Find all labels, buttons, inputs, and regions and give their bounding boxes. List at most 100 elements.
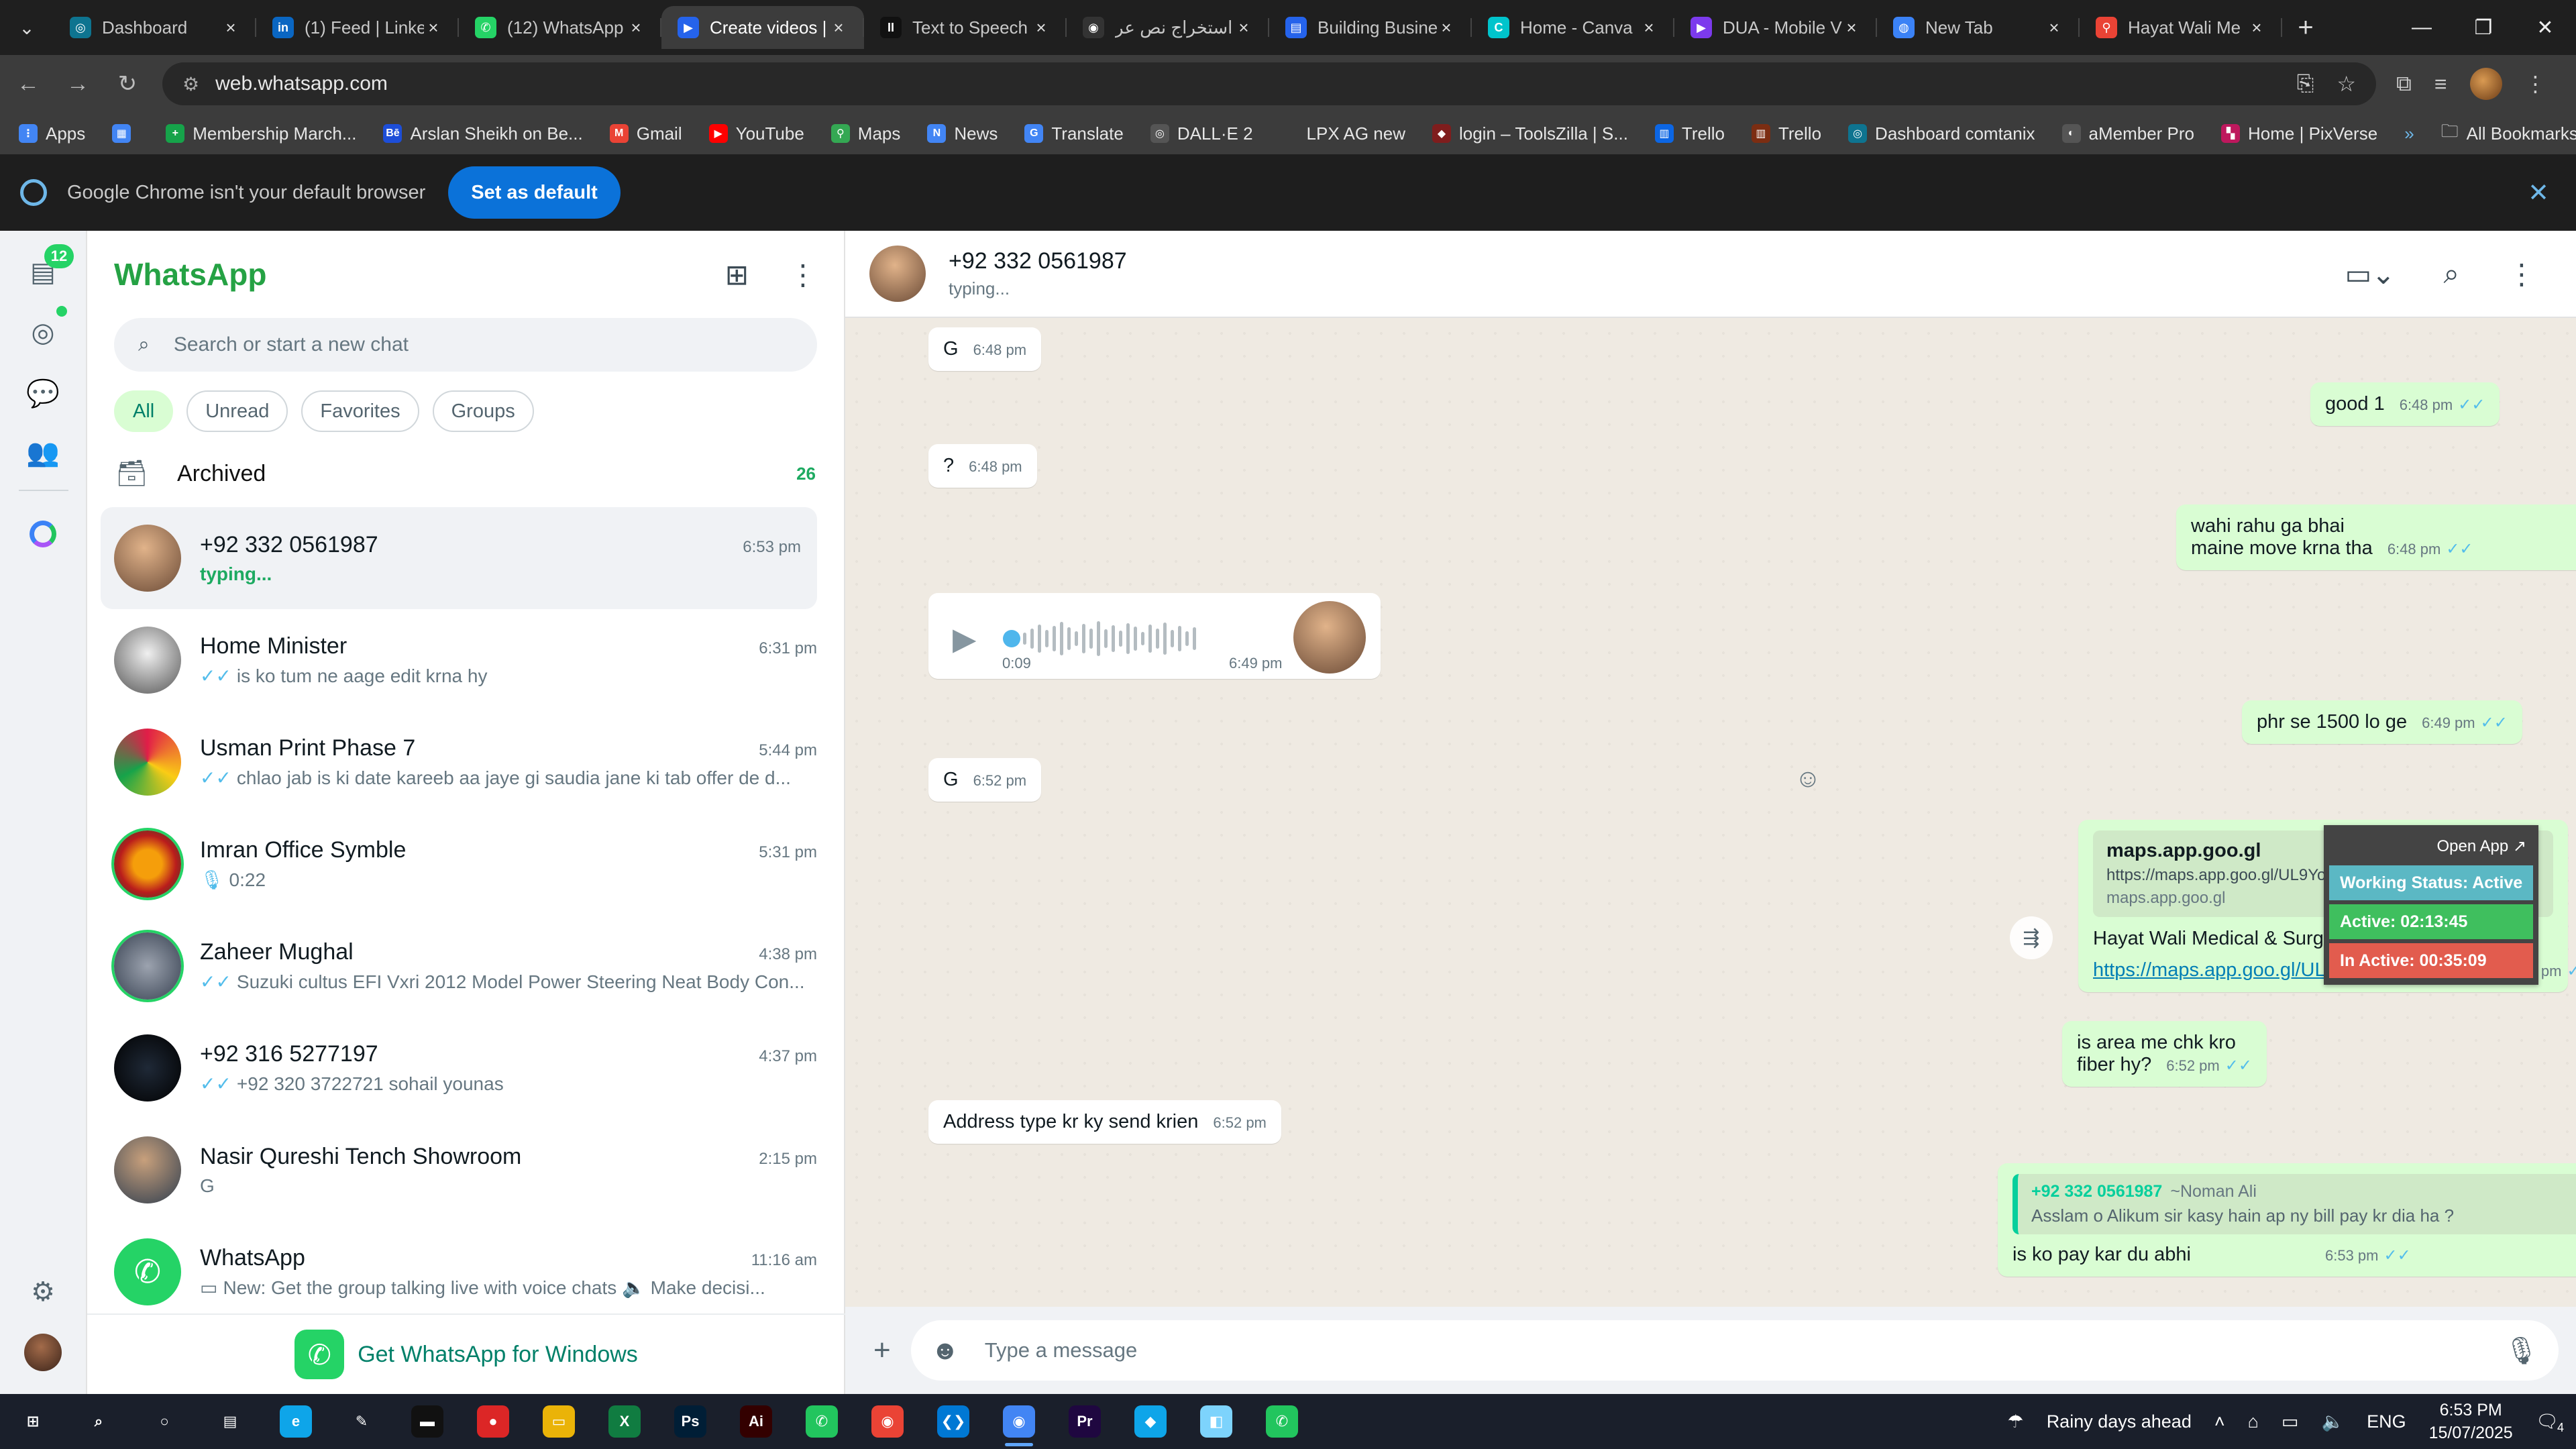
voice-message[interactable]: ▶ 0:09 6:49 pm (928, 593, 1381, 679)
chat-list-item[interactable]: Home Minister 6:31 pm ✓✓ is ko tum ne aage… (87, 609, 844, 711)
filter-chip-favorites[interactable]: Favorites (301, 390, 419, 432)
bookmark-item[interactable]: ▥ Trello (1751, 123, 1821, 144)
message-incoming[interactable]: G 6:52 pm (928, 758, 1042, 802)
message-incoming[interactable]: ? 6:48 pm (928, 444, 1037, 488)
browser-tab[interactable]: ◍ New Tab × (1877, 6, 2080, 49)
browser-tab[interactable]: ◎ Dashboard × (54, 6, 256, 49)
taskbar-app-icon[interactable]: ● (460, 1394, 526, 1449)
taskbar-app-icon[interactable]: ◆ (1118, 1394, 1183, 1449)
bookmark-item[interactable]: ⚲ Maps (830, 123, 900, 144)
chat-avatar[interactable] (114, 729, 181, 796)
browser-tab[interactable]: ▤ Building Busine × (1269, 6, 1472, 49)
bookmark-item[interactable]: ▚ Home | PixVerse (2221, 123, 2377, 144)
tab-close-icon[interactable]: × (221, 17, 240, 38)
chat-list-item[interactable]: ✆ WhatsApp 11:16 am ▭ New: Get the group t… (87, 1221, 844, 1323)
archived-row[interactable]: 🗃 Archived 26 (87, 440, 844, 507)
message-outgoing[interactable]: good 1 6:48 pm ✓✓ (2310, 382, 2500, 426)
bookmark-item[interactable]: ⋮ Apps (19, 123, 85, 144)
back-icon[interactable]: ← (7, 62, 50, 105)
address-bar[interactable]: ⚙ web.whatsapp.com ⎘ ☆ (162, 62, 2376, 105)
bookmark-item[interactable]: LPX AG new (1279, 123, 1405, 144)
tab-close-icon[interactable]: × (1032, 17, 1051, 38)
microphone-icon[interactable]: 🎙 (2504, 1335, 2538, 1366)
quoted-message[interactable]: +92 332 0561987 ~Noman Ali Asslam o Aliku… (2012, 1174, 2576, 1234)
tab-close-icon[interactable]: × (627, 17, 645, 38)
chat-avatar[interactable] (114, 830, 181, 898)
bookmark-item[interactable]: ◆ login – ToolsZilla | S... (1432, 123, 1628, 144)
chat-avatar[interactable] (114, 932, 181, 1000)
set-as-default-button[interactable]: Set as default (448, 166, 621, 219)
message-outgoing[interactable]: is area me chk kro fiber hy? 6:52 pm ✓✓ (2062, 1021, 2267, 1087)
tray-chevron-icon[interactable]: ˄ (2214, 1411, 2225, 1432)
taskbar-app-icon[interactable]: e (263, 1394, 329, 1449)
close-infobar-icon[interactable]: ✕ (2528, 178, 2549, 208)
network-icon[interactable]: ⌂ (2248, 1411, 2259, 1432)
browser-tab[interactable]: ▶ Create videos | × (661, 6, 864, 49)
search-input[interactable]: ⌕ Search or start a new chat (114, 318, 817, 372)
bookmark-item[interactable]: N News (927, 123, 998, 144)
settings-gear-icon[interactable]: ⚙ (21, 1271, 64, 1313)
browser-tab[interactable]: ◉ استخراج نص عر × (1067, 6, 1269, 49)
notifications-icon[interactable]: 🗨 4 (2536, 1411, 2564, 1434)
browser-tab[interactable]: ▶ DUA - Mobile V × (1674, 6, 1877, 49)
taskbar-app-icon[interactable]: ▤ (197, 1394, 263, 1449)
taskbar-app-icon[interactable]: ○ (131, 1394, 197, 1449)
play-icon[interactable]: ▶ (953, 621, 976, 657)
filter-chip-unread[interactable]: Unread (186, 390, 288, 432)
tab-close-icon[interactable]: × (2045, 17, 2063, 38)
message-outgoing[interactable]: wahi rahu ga bhai maine move krna tha 6:4… (2176, 504, 2576, 570)
forward-icon[interactable]: ⇶ (2010, 916, 2053, 959)
filter-chip-groups[interactable]: Groups (432, 390, 534, 432)
tab-close-icon[interactable]: × (424, 17, 443, 38)
bookmark-star-icon[interactable]: ☆ (2337, 71, 2356, 97)
menu-icon[interactable]: ⋮ (789, 258, 817, 291)
chat-avatar[interactable] (114, 1136, 181, 1203)
chat-avatar[interactable] (114, 1034, 181, 1102)
taskbar-app-icon[interactable]: ▬ (394, 1394, 460, 1449)
voice-waveform[interactable] (1023, 619, 1197, 659)
taskbar-app-icon[interactable]: X (592, 1394, 657, 1449)
taskbar-app-icon[interactable]: ⌕ (66, 1394, 131, 1449)
weather-text[interactable]: Rainy days ahead (2047, 1411, 2192, 1432)
taskbar-app-icon[interactable]: ◉ (986, 1394, 1052, 1449)
close-window-icon[interactable]: ✕ (2514, 0, 2576, 55)
browser-tab[interactable]: II Text to Speech × (864, 6, 1067, 49)
chrome-menu-icon[interactable]: ⋮ (2525, 71, 2546, 97)
more-bookmarks-chevron-icon[interactable]: » (2404, 123, 2414, 144)
taskbar-app-icon[interactable]: ❮❯ (920, 1394, 986, 1449)
voice-scrubber[interactable] (1003, 630, 1021, 647)
get-whatsapp-windows-banner[interactable]: ✆ Get WhatsApp for Windows (87, 1313, 845, 1394)
message-outgoing[interactable]: phr se 1500 lo ge 6:49 pm ✓✓ (2242, 700, 2522, 744)
message-input[interactable]: ☻ Type a message 🎙 (910, 1320, 2559, 1381)
language-indicator[interactable]: ENG (2367, 1411, 2406, 1432)
bookmark-item[interactable]: ▶ YouTube (708, 123, 804, 144)
bookmark-item[interactable]: ▥ Trello (1654, 123, 1725, 144)
bookmark-item[interactable]: Bē Arslan Sheikh on Be... (383, 123, 583, 144)
bookmark-item[interactable]: ◎ Dashboard comtanix (1848, 123, 2035, 144)
message-reply-outgoing[interactable]: +92 332 0561987 ~Noman Ali Asslam o Aliku… (1998, 1163, 2576, 1277)
chat-list-item[interactable]: Usman Print Phase 7 5:44 pm ✓✓ chlao jab i… (87, 711, 844, 813)
restore-icon[interactable]: ❐ (2453, 0, 2514, 55)
chat-avatar[interactable] (114, 627, 181, 694)
chat-list-item[interactable]: +92 332 0561987 6:53 pm typing... (101, 507, 817, 609)
taskbar-app-icon[interactable]: ◧ (1183, 1394, 1249, 1449)
weather-icon[interactable]: ☂ (2007, 1411, 2023, 1432)
tab-close-icon[interactable]: × (1437, 17, 1456, 38)
chat-avatar[interactable] (114, 525, 181, 592)
taskbar-app-icon[interactable]: ✆ (789, 1394, 855, 1449)
reload-icon[interactable]: ↻ (106, 62, 149, 105)
sticker-icon[interactable]: ☻ (931, 1336, 959, 1366)
reading-list-icon[interactable]: ≡ (2434, 72, 2447, 97)
my-profile-avatar[interactable] (21, 1331, 64, 1374)
taskbar-app-icon[interactable]: Pr (1052, 1394, 1118, 1449)
filter-chip-all[interactable]: All (114, 390, 174, 432)
video-call-dropdown-icon[interactable]: ▭⌄ (2345, 258, 2396, 290)
install-app-icon[interactable]: ⎘ (2297, 71, 2314, 97)
status-icon[interactable]: ◎ (21, 311, 64, 354)
search-messages-icon[interactable]: ⌕ (2443, 258, 2459, 290)
bookmark-item[interactable]: ◎ DALL·E 2 (1150, 123, 1253, 144)
site-info-icon[interactable]: ⚙ (182, 73, 199, 95)
chat-list-item[interactable]: Imran Office Symble 5:31 pm 🎙 0:22 (87, 813, 844, 915)
tab-close-icon[interactable]: × (1234, 17, 1253, 38)
chat-list-item[interactable]: +92 316 5277197 4:37 pm ✓✓ +92 320 3722721… (87, 1017, 844, 1119)
